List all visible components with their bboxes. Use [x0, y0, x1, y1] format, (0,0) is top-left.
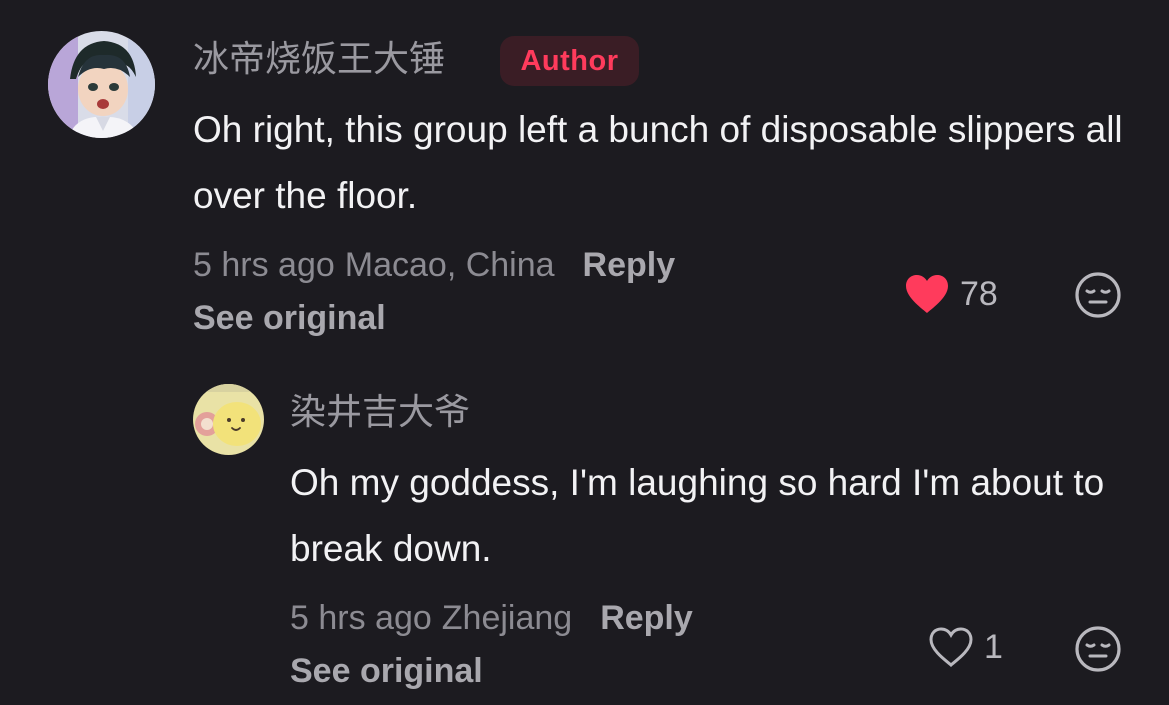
author-badge: Author [500, 36, 639, 86]
comment-text: Oh right, this group left a bunch of dis… [193, 109, 1123, 216]
heart-filled-icon [906, 275, 948, 313]
see-original-button[interactable]: See original [193, 296, 386, 340]
reply-avatar[interactable] [193, 384, 264, 455]
comment-timestamp: 5 hrs ago [193, 246, 335, 284]
like-count: 78 [960, 275, 998, 313]
anime-avatar-icon [48, 31, 155, 138]
reply-meta: 5 hrs ago Zhejiang Reply [290, 596, 693, 640]
dislike-button[interactable] [1074, 271, 1122, 324]
reply-reply-button[interactable]: Reply [600, 599, 693, 637]
reply-dislike-button[interactable] [1074, 625, 1122, 678]
like-button[interactable]: 78 [904, 272, 998, 316]
reply-like-button[interactable]: 1 [928, 625, 1003, 669]
reply-button[interactable]: Reply [583, 246, 676, 284]
heart-outline-icon [929, 627, 973, 668]
avatar[interactable] [48, 31, 155, 138]
reply-username[interactable]: 染井吉大爷 [290, 391, 470, 435]
comment-thread: 冰帝烧饭王大锤 Author Oh right, this group left… [0, 0, 1169, 705]
reply-like-count: 1 [984, 628, 1003, 666]
meh-face-icon [1075, 272, 1121, 318]
reply-text: Oh my goddess, I'm laughing so hard I'm … [290, 462, 1105, 569]
comment-location: Macao, China [344, 246, 555, 284]
reply-location: Zhejiang [441, 599, 573, 637]
meh-face-icon [1075, 626, 1121, 672]
comment-meta: 5 hrs ago Macao, China Reply [193, 243, 675, 287]
reply-timestamp: 5 hrs ago [290, 599, 432, 637]
yellow-character-avatar-icon [193, 384, 264, 455]
reply-see-original-button[interactable]: See original [290, 649, 483, 693]
comment-username[interactable]: 冰帝烧饭王大锤 [193, 38, 445, 82]
